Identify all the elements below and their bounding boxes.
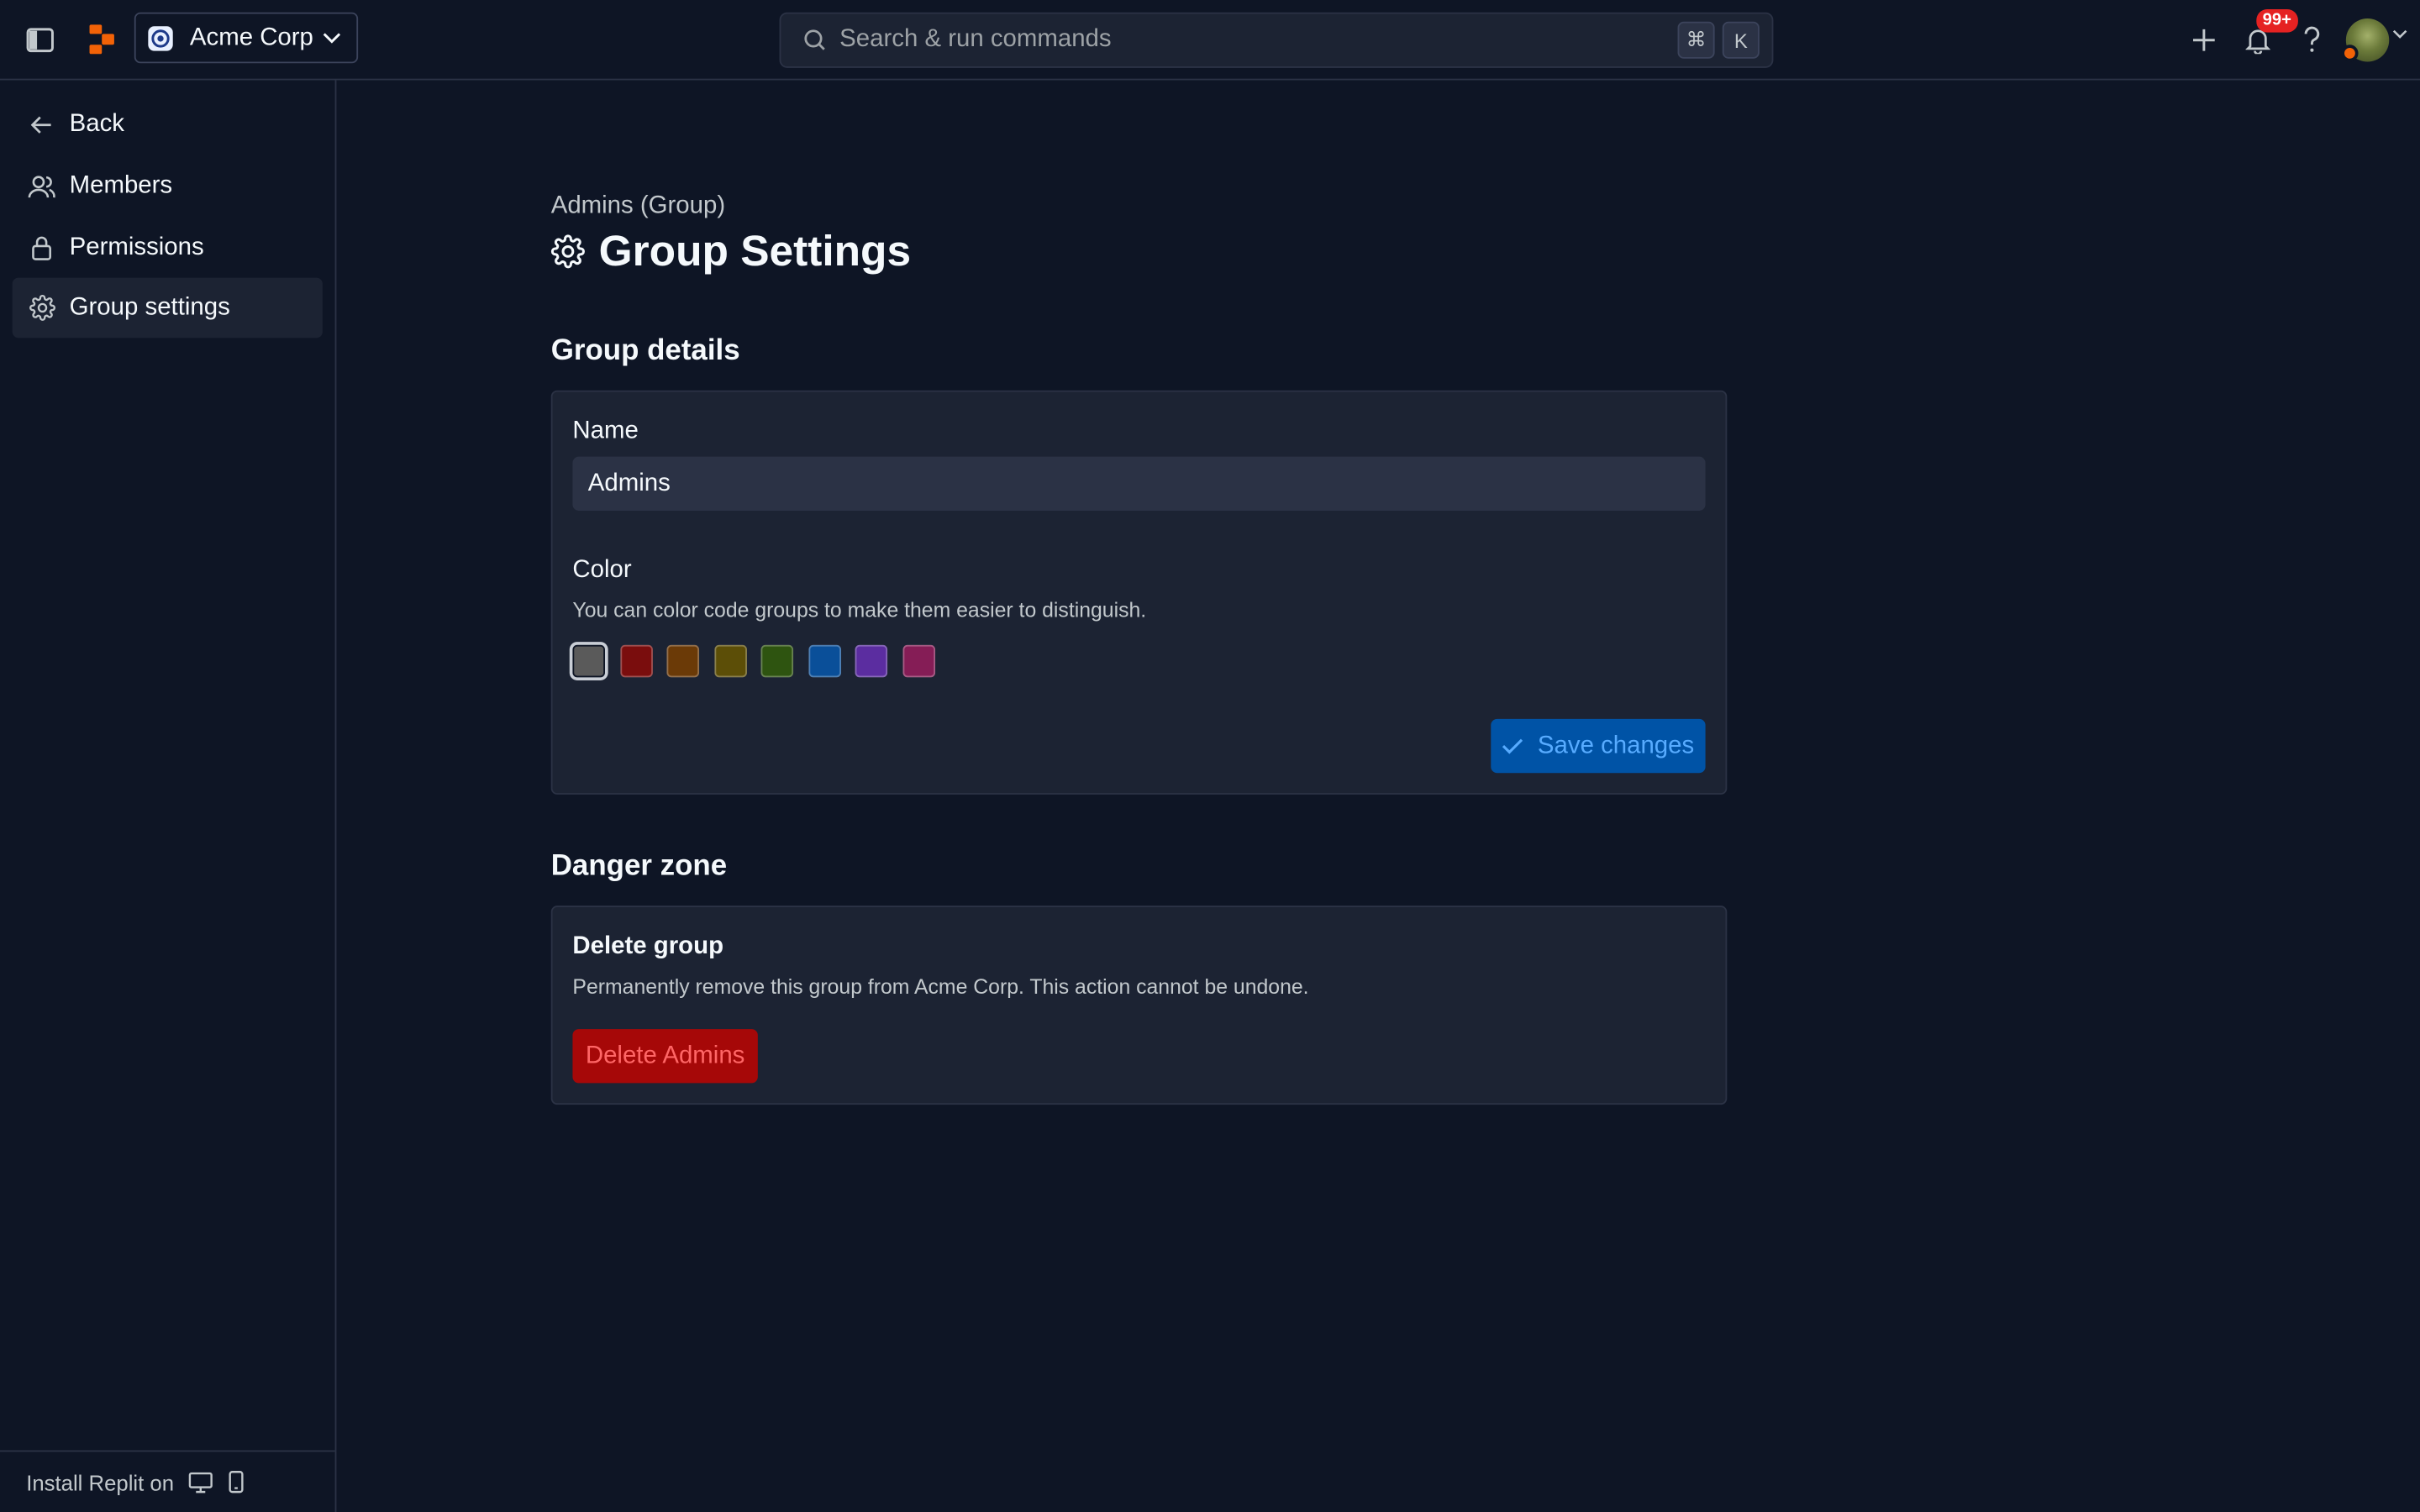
page-title-text: Group Settings — [598, 227, 912, 275]
status-dot — [2341, 45, 2359, 62]
sidebar-item-label: Permissions — [69, 234, 204, 260]
save-changes-label: Save changes — [1537, 732, 1695, 759]
danger-zone-heading: Danger zone — [550, 850, 728, 883]
color-swatch-list — [572, 644, 949, 678]
install-replit-bar: Install Replit on — [0, 1450, 335, 1512]
page-title: Group Settings — [550, 227, 912, 276]
shortcut-key-cmd: ⌘ — [1677, 21, 1715, 59]
color-help-text: You can color code groups to make them e… — [572, 598, 1147, 622]
org-avatar — [148, 25, 173, 50]
lock-icon — [28, 234, 55, 261]
group-details-card: Name Color You can color code groups to … — [550, 390, 1728, 795]
desktop-icon[interactable] — [188, 1471, 213, 1493]
color-swatch-purple[interactable] — [855, 644, 888, 678]
chevron-down-icon[interactable] — [2392, 29, 2407, 40]
save-changes-button[interactable]: Save changes — [1491, 718, 1706, 774]
org-switcher[interactable]: Acme Corp — [134, 12, 359, 64]
color-swatch-yellow[interactable] — [713, 644, 747, 678]
color-swatch-gray[interactable] — [572, 644, 605, 678]
color-swatch-red[interactable] — [619, 644, 653, 678]
gear-icon — [550, 234, 585, 269]
danger-zone-card: Delete group Permanently remove this gro… — [550, 906, 1728, 1105]
sidebar: Back Members Permissions Group settings … — [0, 80, 337, 1512]
delete-group-title: Delete group — [572, 933, 724, 960]
notification-badge: 99+ — [2256, 9, 2298, 33]
mobile-icon[interactable] — [228, 1470, 244, 1494]
color-swatch-orange[interactable] — [666, 644, 700, 678]
sidebar-toggle-icon[interactable] — [22, 22, 59, 59]
gear-icon — [28, 294, 55, 322]
group-name-input[interactable] — [572, 456, 1706, 511]
sidebar-item-members[interactable]: Members — [13, 156, 323, 217]
color-label: Color — [572, 557, 632, 584]
color-swatch-blue[interactable] — [808, 644, 841, 678]
sidebar-item-group-settings[interactable]: Group settings — [12, 277, 323, 339]
help-icon[interactable] — [2293, 22, 2330, 59]
arrow-left-icon — [28, 110, 55, 138]
breadcrumb: Admins (Group) — [550, 192, 726, 219]
color-swatch-pink[interactable] — [902, 644, 935, 678]
plus-icon[interactable] — [2186, 22, 2223, 59]
users-icon — [28, 172, 55, 200]
top-bar: Acme Corp Search & run commands ⌘ K 99+ — [0, 0, 2420, 81]
delete-group-button[interactable]: Delete Admins — [572, 1029, 758, 1084]
check-icon — [1502, 738, 1524, 754]
delete-group-description: Permanently remove this group from Acme … — [572, 974, 1309, 999]
sidebar-item-permissions[interactable]: Permissions — [13, 218, 323, 278]
shortcut-key-k: K — [1722, 21, 1760, 59]
search-placeholder: Search & run commands — [839, 26, 1112, 53]
color-swatch-green[interactable] — [760, 644, 794, 678]
org-name: Acme Corp — [189, 24, 313, 50]
command-search-input[interactable]: Search & run commands ⌘ K — [779, 12, 1774, 68]
search-icon — [802, 28, 827, 52]
sidebar-item-label: Group settings — [69, 293, 230, 321]
name-label: Name — [572, 417, 639, 444]
sidebar-item-label: Back — [69, 110, 125, 137]
sidebar-item-label: Members — [69, 171, 173, 199]
install-label: Install Replit on — [26, 1469, 175, 1494]
group-details-heading: Group details — [550, 334, 740, 368]
replit-logo[interactable] — [87, 22, 118, 59]
chevron-down-icon — [323, 32, 341, 45]
sidebar-item-back[interactable]: Back — [13, 94, 323, 155]
